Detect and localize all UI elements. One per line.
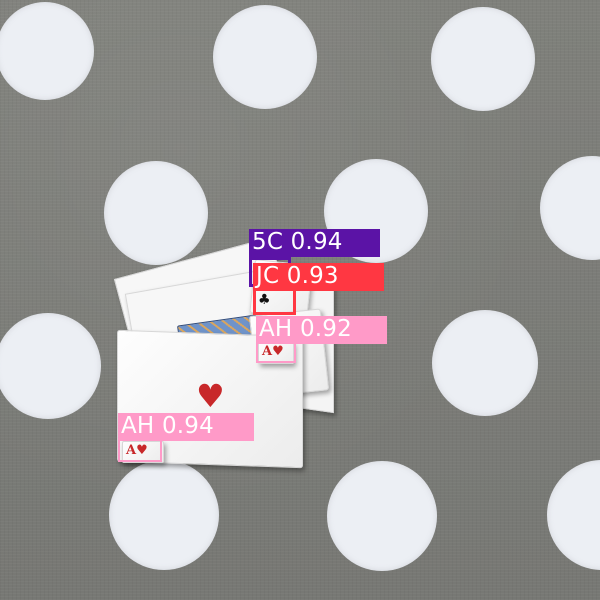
polka-dot xyxy=(327,461,437,571)
polka-dot xyxy=(547,460,600,570)
polka-dot xyxy=(0,2,94,100)
photo-scene: J ♣ ♥ A♥ A♥ 5C 0.94 JC 0.93 AH 0.92 AH 0… xyxy=(0,0,600,600)
polka-dot xyxy=(0,313,101,419)
polka-dot xyxy=(104,161,208,265)
detection-box-jc xyxy=(253,287,296,315)
polka-dot xyxy=(431,7,535,111)
detection-label-ah-middle: AH 0.92 xyxy=(256,316,387,344)
detection-label-5c: 5C 0.94 xyxy=(249,229,380,257)
heart-icon: ♥ xyxy=(196,377,225,415)
polka-dot xyxy=(213,5,317,109)
detection-label-ah-front: AH 0.94 xyxy=(118,413,254,441)
polka-dot xyxy=(540,156,600,260)
polka-dot xyxy=(432,310,538,416)
polka-dot xyxy=(109,460,219,570)
detection-label-jc: JC 0.93 xyxy=(253,263,384,291)
